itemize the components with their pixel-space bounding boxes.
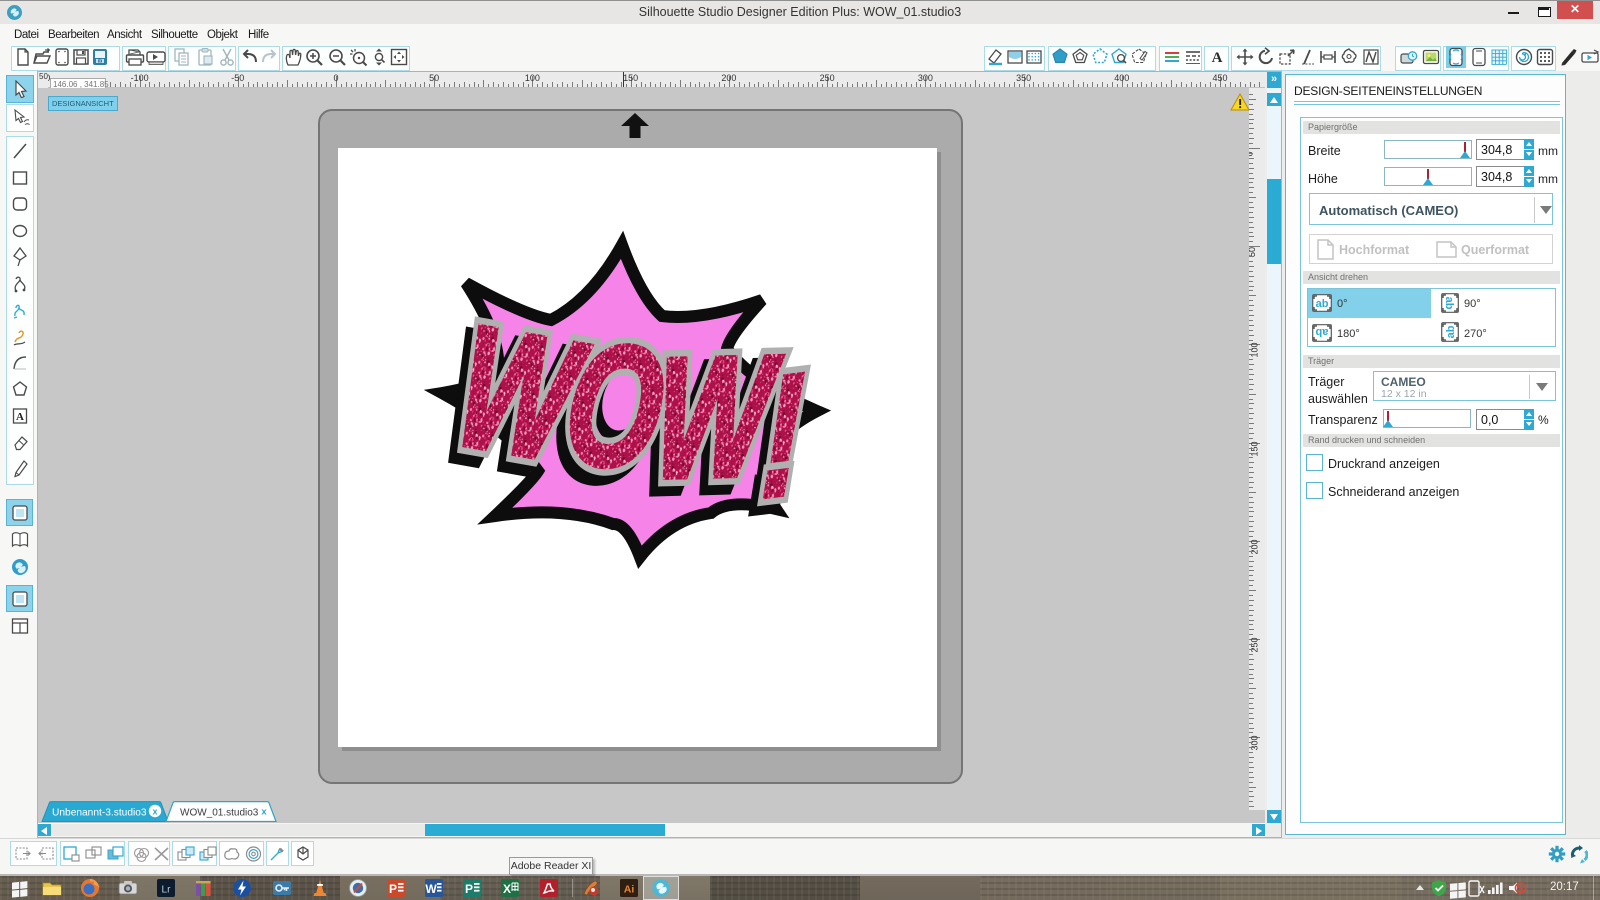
svg-text:x: x — [261, 807, 267, 818]
svg-text:ab: ab — [1316, 298, 1329, 310]
svg-text:Ai: Ai — [624, 884, 635, 896]
svg-text:A: A — [16, 411, 24, 423]
svg-text:x: x — [152, 807, 157, 817]
svg-text:P: P — [389, 882, 397, 896]
svg-text:Unbenannt-3.studio3: Unbenannt-3.studio3 — [52, 808, 147, 819]
svg-text:A: A — [1212, 50, 1223, 66]
svg-text:ab: ab — [1445, 325, 1457, 338]
svg-text:ab: ab — [1315, 326, 1328, 338]
svg-text:P: P — [465, 882, 473, 896]
svg-text:W: W — [425, 882, 437, 896]
svg-text:Lr: Lr — [162, 885, 172, 896]
svg-text:ib: ib — [98, 59, 102, 65]
svg-text:X: X — [503, 882, 511, 896]
svg-text:ab: ab — [1443, 297, 1455, 310]
svg-text:WOW_01.studio3: WOW_01.studio3 — [180, 808, 259, 819]
